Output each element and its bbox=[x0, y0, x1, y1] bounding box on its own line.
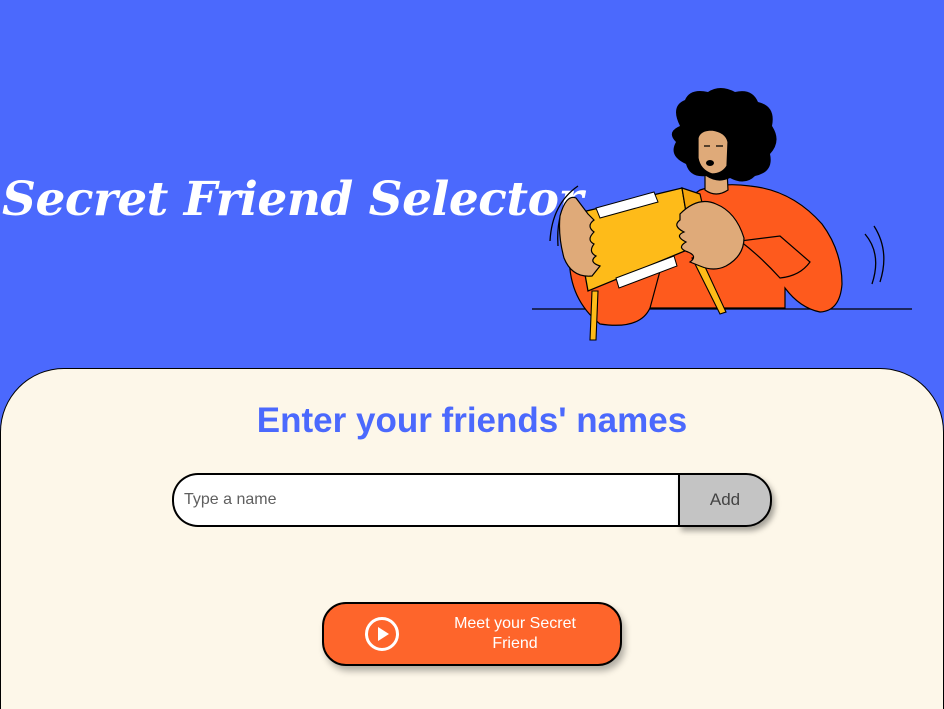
page-title: Secret Friend Selector bbox=[2, 172, 583, 227]
name-input[interactable] bbox=[172, 473, 678, 527]
section-heading: Enter your friends' names bbox=[256, 401, 688, 440]
hero-banner: Secret Friend Selector bbox=[0, 0, 944, 380]
play-circle-icon bbox=[365, 617, 399, 651]
add-button[interactable]: Add bbox=[678, 473, 772, 527]
person-opening-box-illustration bbox=[532, 88, 912, 341]
meet-button-label: Meet your Secret Friend bbox=[454, 615, 576, 652]
name-entry-row: Add bbox=[172, 473, 772, 527]
meet-secret-friend-button[interactable]: Meet your Secret Friend bbox=[322, 602, 622, 666]
